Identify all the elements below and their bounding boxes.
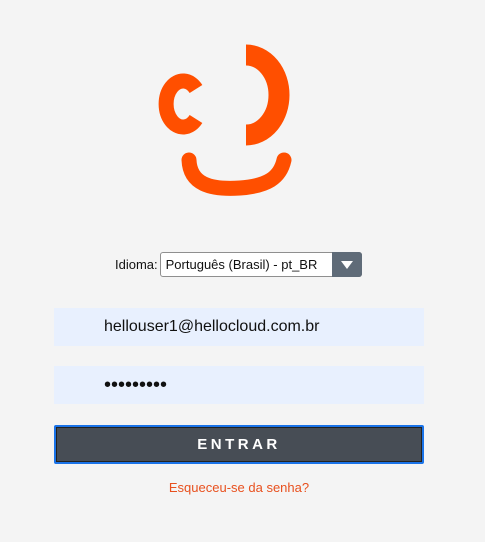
password-value: •••••••••: [104, 373, 168, 396]
language-row: Idioma: Português (Brasil) - pt_BR: [115, 251, 362, 278]
login-submit-button[interactable]: ENTRAR: [54, 425, 424, 464]
email-value: hellouser1@hellocloud.com.br: [104, 318, 320, 335]
language-label: Idioma:: [115, 257, 158, 272]
hellocloud-logo-icon: [150, 42, 332, 198]
password-field[interactable]: •••••••••: [54, 366, 424, 404]
language-selected-value: Português (Brasil) - pt_BR: [165, 257, 318, 272]
caret-down-icon[interactable]: [331, 252, 362, 277]
email-field[interactable]: hellouser1@hellocloud.com.br: [54, 308, 424, 346]
forgot-password-link[interactable]: Esqueceu-se da senha?: [0, 480, 478, 495]
language-select[interactable]: Português (Brasil) - pt_BR: [159, 252, 362, 277]
